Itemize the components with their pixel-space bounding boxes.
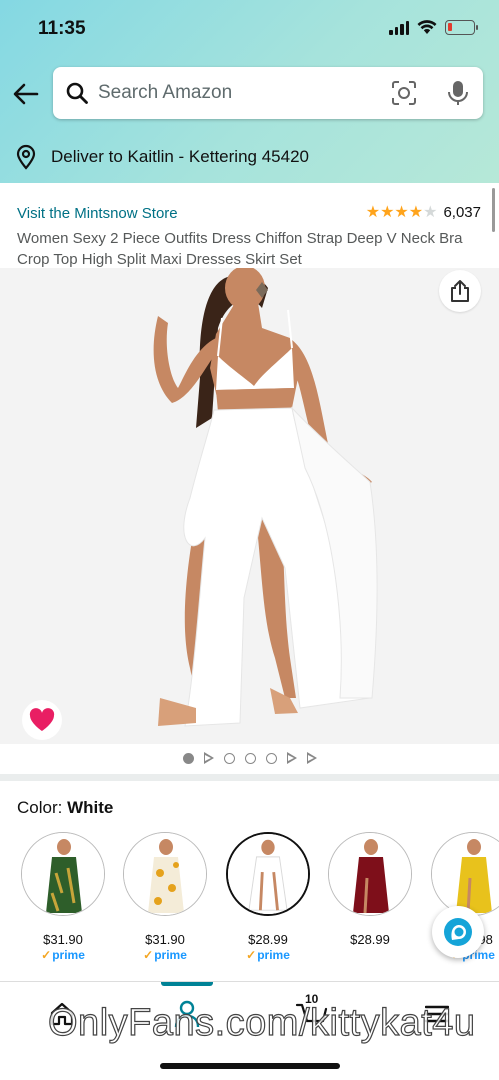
swatch-image — [123, 832, 207, 916]
product-image-gallery[interactable] — [0, 268, 499, 744]
cellular-signal-icon — [389, 20, 409, 35]
color-swatches: $31.90 ✓prime $31.90 ✓prime $28.99 ✓prim… — [0, 832, 499, 972]
share-icon — [451, 280, 469, 302]
header: 11:35 Search Amazon Deliver to Kaitlin -… — [0, 0, 499, 183]
star-icon: ★ — [394, 203, 409, 221]
gallery-dot[interactable] — [244, 752, 256, 764]
swatch-price: $28.99 — [248, 932, 288, 947]
microphone-icon[interactable] — [446, 79, 470, 107]
swatch-price: $31.90 — [145, 932, 185, 947]
camera-scan-icon[interactable] — [391, 80, 417, 106]
star-icon: ★ — [423, 203, 438, 221]
alexa-button[interactable] — [432, 906, 484, 958]
product-title: Women Sexy 2 Piece Outfits Dress Chiffon… — [17, 230, 463, 268]
search-bar[interactable] — [53, 67, 483, 119]
video-play-icon[interactable] — [203, 752, 214, 764]
rating[interactable]: ★ ★ ★ ★ ★ 6,037 — [366, 204, 481, 221]
heart-icon — [29, 708, 55, 731]
star-icon: ★ — [380, 203, 395, 221]
gallery-dot[interactable] — [265, 752, 277, 764]
color-swatch-selected[interactable]: $28.99 ✓prime — [225, 832, 311, 962]
swatch-image — [328, 832, 412, 916]
swatch-image — [431, 832, 499, 916]
gallery-dot[interactable] — [182, 752, 194, 764]
rating-stars: ★ ★ ★ ★ ★ — [365, 203, 438, 221]
color-label: Color: White — [17, 798, 113, 818]
product-image — [0, 268, 499, 744]
watermark-text: OnlyFans.com/kittykat4u — [47, 1001, 476, 1044]
store-link[interactable]: Visit the Mintsnow Store — [17, 205, 178, 222]
prime-badge: ✓prime — [143, 948, 187, 962]
selected-color: White — [67, 798, 114, 817]
home-indicator[interactable] — [160, 1063, 340, 1069]
prime-badge: ✓prime — [41, 948, 85, 962]
gallery-dot[interactable] — [223, 752, 235, 764]
alexa-icon — [444, 918, 472, 946]
color-label-prefix: Color: — [17, 798, 68, 817]
delivery-location-text: Deliver to Kaitlin - Kettering 45420 — [51, 147, 309, 166]
swatch-price: $28.99 — [350, 932, 390, 947]
delivery-location-bar[interactable]: Deliver to Kaitlin - Kettering 45420 — [0, 131, 499, 183]
color-swatch[interactable]: $28.99 — [327, 832, 413, 947]
status-time: 11:35 — [38, 18, 86, 39]
prime-badge: ✓prime — [246, 948, 290, 962]
star-icon: ★ — [408, 203, 424, 221]
scrollbar — [492, 188, 495, 232]
wifi-icon — [417, 20, 437, 34]
color-swatch[interactable]: $31.90 ✓prime — [20, 832, 106, 962]
battery-icon — [445, 20, 478, 35]
swatch-price: $31.90 — [43, 932, 83, 947]
share-button[interactable] — [439, 270, 481, 312]
swatch-image — [21, 832, 105, 916]
color-swatch[interactable]: $31.90 ✓prime — [122, 832, 208, 962]
section-divider — [0, 774, 499, 781]
search-icon — [66, 82, 88, 104]
status-icons — [389, 20, 478, 35]
location-pin-icon — [15, 144, 37, 170]
video-play-icon[interactable] — [306, 752, 317, 764]
star-icon: ★ — [365, 203, 381, 221]
swatch-image — [226, 832, 310, 916]
back-arrow-icon — [13, 83, 39, 105]
video-play-icon[interactable] — [286, 752, 297, 764]
gallery-pagination — [0, 752, 499, 764]
rating-count: 6,037 — [443, 204, 481, 221]
active-tab-indicator — [161, 982, 213, 986]
back-button[interactable] — [12, 80, 42, 110]
search-input[interactable] — [98, 77, 378, 109]
wishlist-heart-button[interactable] — [22, 700, 62, 740]
